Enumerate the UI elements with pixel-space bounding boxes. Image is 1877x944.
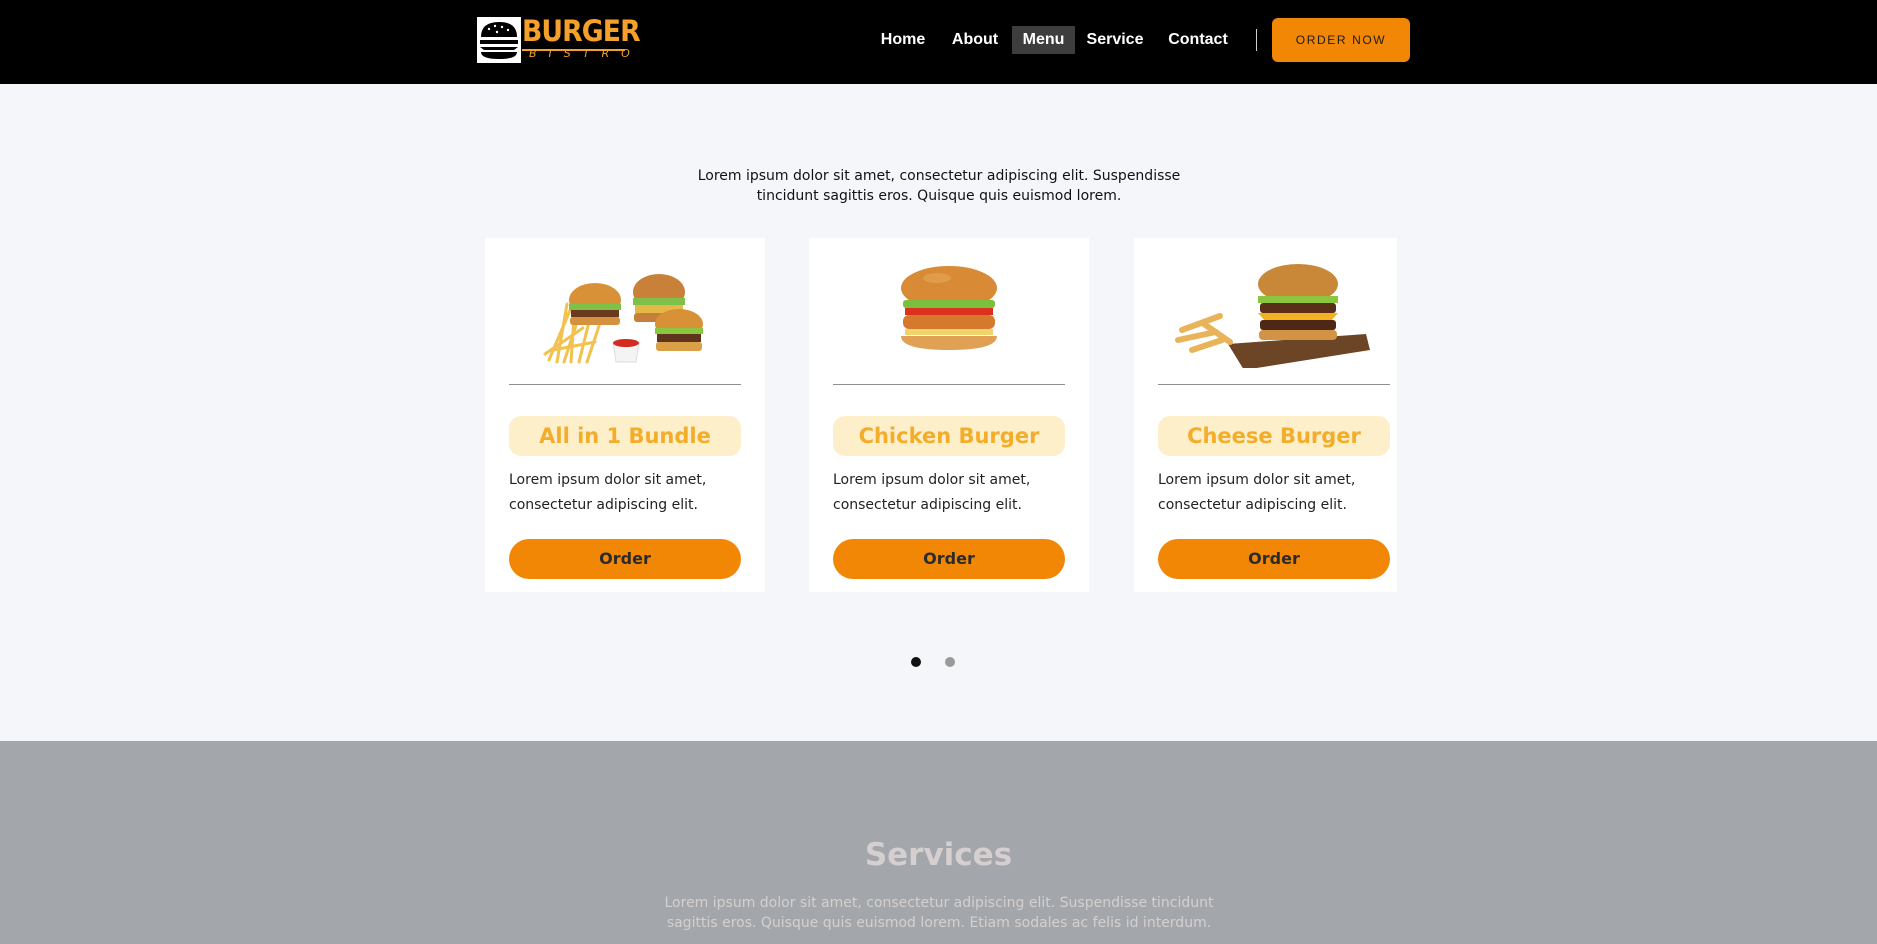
menu-card-chicken-burger: Chicken Burger Lorem ipsum dolor sit ame… [809, 238, 1089, 592]
services-text: Lorem ipsum dolor sit amet, consectetur … [664, 895, 1214, 931]
menu-card-bundle: All in 1 Bundle Lorem ipsum dolor sit am… [485, 238, 765, 592]
logo-word-burger: BURGER [522, 14, 641, 48]
order-now-button[interactable]: ORDER NOW [1272, 18, 1410, 62]
logo-word-bistro: BISTRO [529, 47, 642, 60]
card-title: Cheese Burger [1158, 416, 1390, 456]
card-divider [509, 384, 741, 385]
chicken-burger-image [901, 266, 997, 350]
menu-card-cheese-burger: Cheese Burger Lorem ipsum dolor sit amet… [1134, 238, 1397, 592]
nav-link-menu[interactable]: Menu [1012, 26, 1075, 54]
navbar: BURGER BISTRO Home About Menu Service Co… [0, 0, 1877, 84]
order-button[interactable]: Order [833, 539, 1065, 579]
menu-intro-text: Lorem ipsum dolor sit amet, consectetur … [697, 168, 1181, 204]
card-description: Lorem ipsum dolor sit amet, consectetur … [1158, 472, 1356, 513]
services-section: Services Lorem ipsum dolor sit amet, con… [0, 741, 1877, 944]
order-button[interactable]: Order [509, 539, 741, 579]
card-description: Lorem ipsum dolor sit amet, consectetur … [509, 472, 707, 513]
nav-link-home[interactable]: Home [875, 26, 931, 54]
order-button[interactable]: Order [1158, 539, 1390, 579]
card-title: All in 1 Bundle [509, 416, 741, 456]
burger-logo-icon [477, 17, 521, 63]
burgers-with-fries-image [543, 274, 703, 364]
services-heading: Services [864, 837, 1013, 873]
nav-link-about[interactable]: About [948, 26, 1002, 54]
card-divider [1158, 384, 1390, 385]
carousel-dot-1[interactable] [911, 657, 921, 667]
nav-link-contact[interactable]: Contact [1165, 26, 1231, 54]
carousel-dot-2[interactable] [945, 657, 955, 667]
card-divider [833, 384, 1065, 385]
nav-divider [1256, 29, 1257, 51]
brand-logo[interactable]: BURGER BISTRO [477, 14, 641, 64]
card-description: Lorem ipsum dolor sit amet, consectetur … [833, 472, 1031, 513]
cheese-burger-with-fries-image [1175, 264, 1370, 368]
card-title: Chicken Burger [833, 416, 1065, 456]
nav-link-service[interactable]: Service [1085, 26, 1145, 54]
